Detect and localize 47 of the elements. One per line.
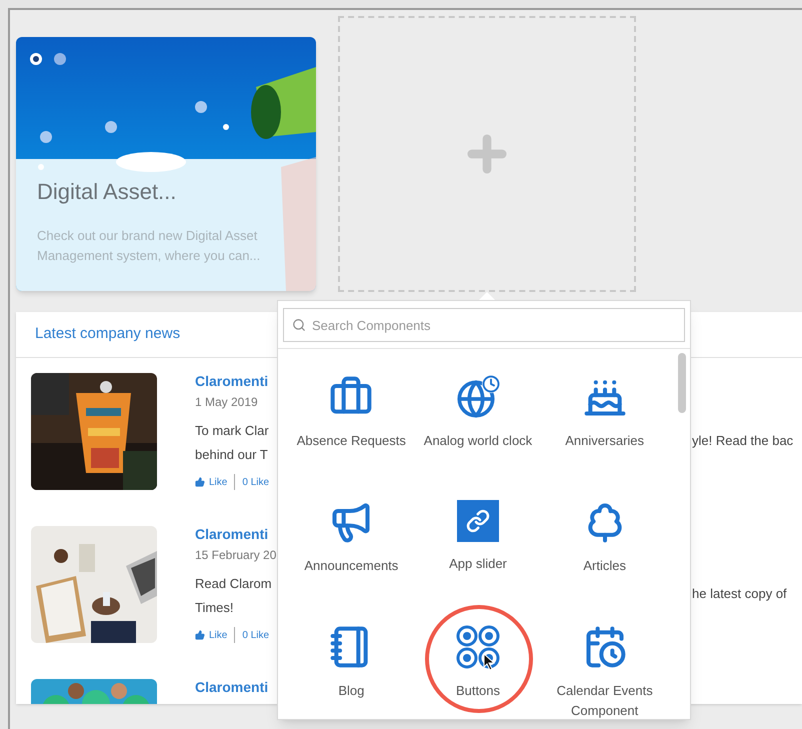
- news-date: 15 February 20: [195, 547, 277, 564]
- news-excerpt: Read Clarom: [195, 575, 273, 593]
- scrollbar-thumb[interactable]: [678, 353, 686, 413]
- news-excerpt: To mark Clar: [195, 422, 270, 440]
- component-tile[interactable]: Analog world clock: [414, 349, 542, 474]
- component-tile[interactable]: Articles: [541, 474, 668, 599]
- news-title[interactable]: Claromenti: [195, 373, 277, 389]
- news-excerpt: behind our T: [195, 446, 269, 464]
- search-icon: [292, 318, 306, 332]
- component-tile[interactable]: Buttons: [414, 599, 542, 724]
- like-link[interactable]: Like: [209, 628, 228, 642]
- news-heading: Latest company news: [35, 324, 180, 344]
- card-description: Check out our brand new Digital Asset Management system, where you can...: [37, 227, 262, 265]
- news-title[interactable]: Claromenti: [195, 526, 277, 542]
- component-label: Buttons: [454, 682, 502, 700]
- component-tile[interactable]: Announcements: [288, 474, 415, 599]
- component-tile[interactable]: Anniversaries: [541, 349, 668, 474]
- likes-count: 0 Like: [242, 476, 270, 490]
- component-label: Analog world clock: [422, 432, 533, 450]
- link-icon: [456, 500, 499, 542]
- component-label: Absence Requests: [296, 432, 406, 450]
- search-field[interactable]: Search Components: [283, 308, 685, 342]
- component-tile[interactable]: Absence Requests: [288, 349, 415, 474]
- news-excerpt: yle! Read the bac: [692, 433, 794, 448]
- component-label: Announcements: [303, 557, 400, 575]
- news-excerpt: Times!: [195, 598, 235, 616]
- component-tile[interactable]: App slider: [414, 474, 542, 599]
- thumbs-up-icon: [195, 477, 205, 487]
- component-tile[interactable]: Blog: [288, 599, 415, 724]
- component-label: Anniversaries: [564, 432, 646, 450]
- component-tile[interactable]: Calendar Events Component: [541, 599, 668, 724]
- like-link[interactable]: Like: [209, 474, 228, 490]
- thumbs-up-icon: [195, 630, 205, 640]
- component-label: Blog: [337, 682, 366, 700]
- component-label: Calendar Events Component: [556, 682, 654, 720]
- buttons-icon: [456, 625, 500, 669]
- likes-count: 0 Like: [242, 628, 270, 642]
- card-title: Digital Asset...: [37, 178, 178, 206]
- feature-card[interactable]: Digital Asset... Check out our brand new Digital Asset Management system, where you can...: [16, 37, 316, 291]
- component-label: App slider: [448, 555, 508, 573]
- cursor-icon: [482, 653, 495, 671]
- globe-clock-icon: [456, 375, 500, 419]
- news-date: 1 May 2019: [195, 394, 259, 411]
- add-component-slot[interactable]: [338, 16, 636, 292]
- news-excerpt: he latest copy of: [692, 586, 787, 601]
- component-label: Articles: [582, 557, 627, 575]
- news-title[interactable]: Claromenti: [195, 679, 277, 695]
